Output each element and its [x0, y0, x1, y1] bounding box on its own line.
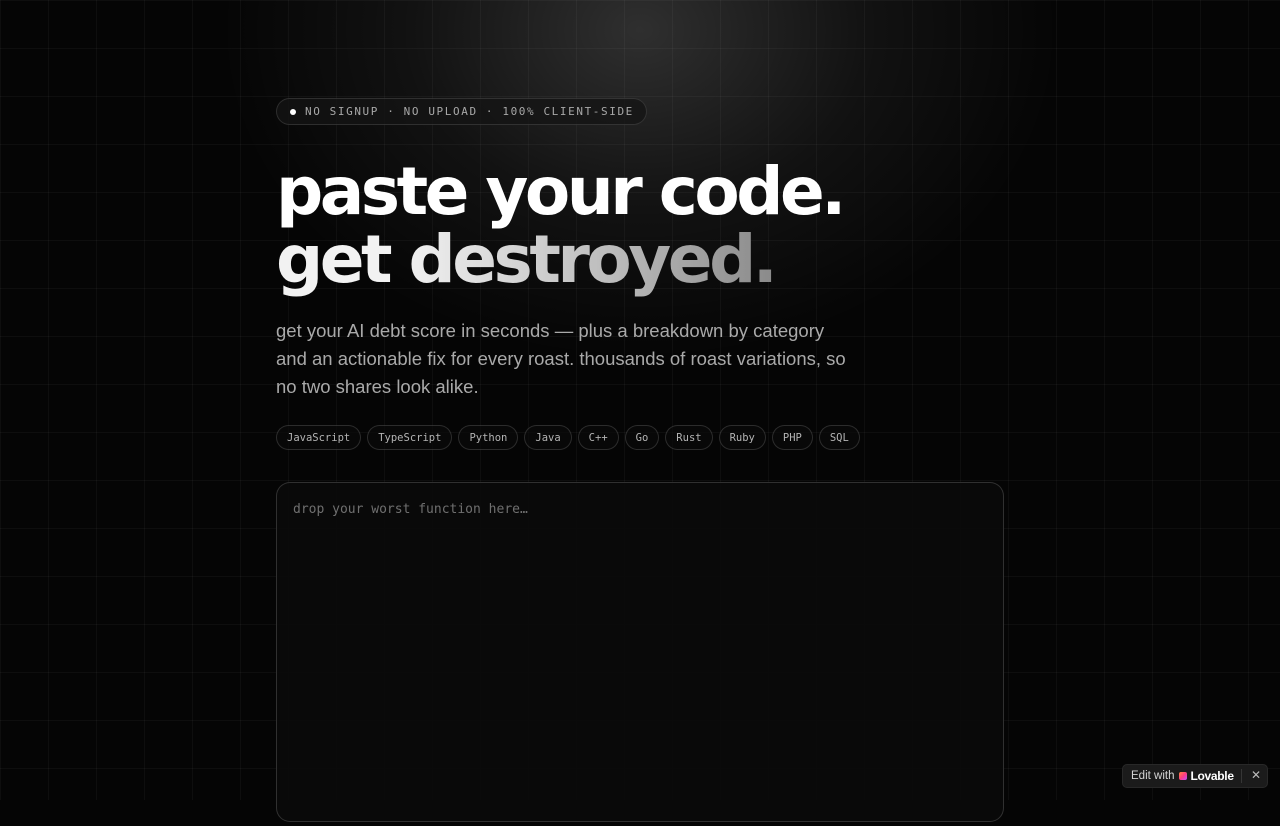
lovable-logo-icon [1179, 772, 1188, 780]
language-chip-cpp[interactable]: C++ [577, 425, 619, 450]
language-chip-go[interactable]: Go [624, 425, 660, 450]
language-chip-rust[interactable]: Rust [665, 425, 713, 450]
language-chip-php[interactable]: PHP [771, 425, 813, 450]
lovable-divider [1241, 769, 1242, 783]
language-chip-ruby[interactable]: Ruby [718, 425, 766, 450]
language-chip-typescript[interactable]: TypeScript [367, 425, 453, 450]
headline-line-2: get destroyed. [276, 221, 778, 298]
lovable-edit-label: Edit with [1131, 770, 1175, 782]
headline-line-2-plain: get [276, 221, 409, 298]
headline-line-2-gradient: destroyed. [408, 221, 778, 298]
language-chips: JavaScript TypeScript Python Java C++ Go… [276, 425, 860, 450]
hero-subtitle: get your AI debt score in seconds — plus… [276, 320, 846, 397]
code-editor [276, 482, 1004, 822]
privacy-badge-text: NO SIGNUP · NO UPLOAD · 100% CLIENT-SIDE [305, 105, 634, 118]
code-input[interactable] [277, 483, 1003, 821]
lovable-badge[interactable]: Edit with Lovable ✕ [1122, 764, 1268, 788]
lovable-brand: Lovable [1190, 769, 1234, 783]
badge-dot-icon [290, 108, 296, 115]
language-chip-java[interactable]: Java [524, 425, 572, 450]
language-chip-sql[interactable]: SQL [818, 425, 860, 450]
language-chip-python[interactable]: Python [458, 425, 519, 450]
headline-line-1: paste your code. [276, 153, 846, 230]
close-icon[interactable]: ✕ [1251, 768, 1261, 782]
hero-section: NO SIGNUP · NO UPLOAD · 100% CLIENT-SIDE… [276, 0, 1036, 822]
privacy-badge: NO SIGNUP · NO UPLOAD · 100% CLIENT-SIDE [276, 98, 647, 125]
language-chip-javascript[interactable]: JavaScript [276, 425, 362, 450]
